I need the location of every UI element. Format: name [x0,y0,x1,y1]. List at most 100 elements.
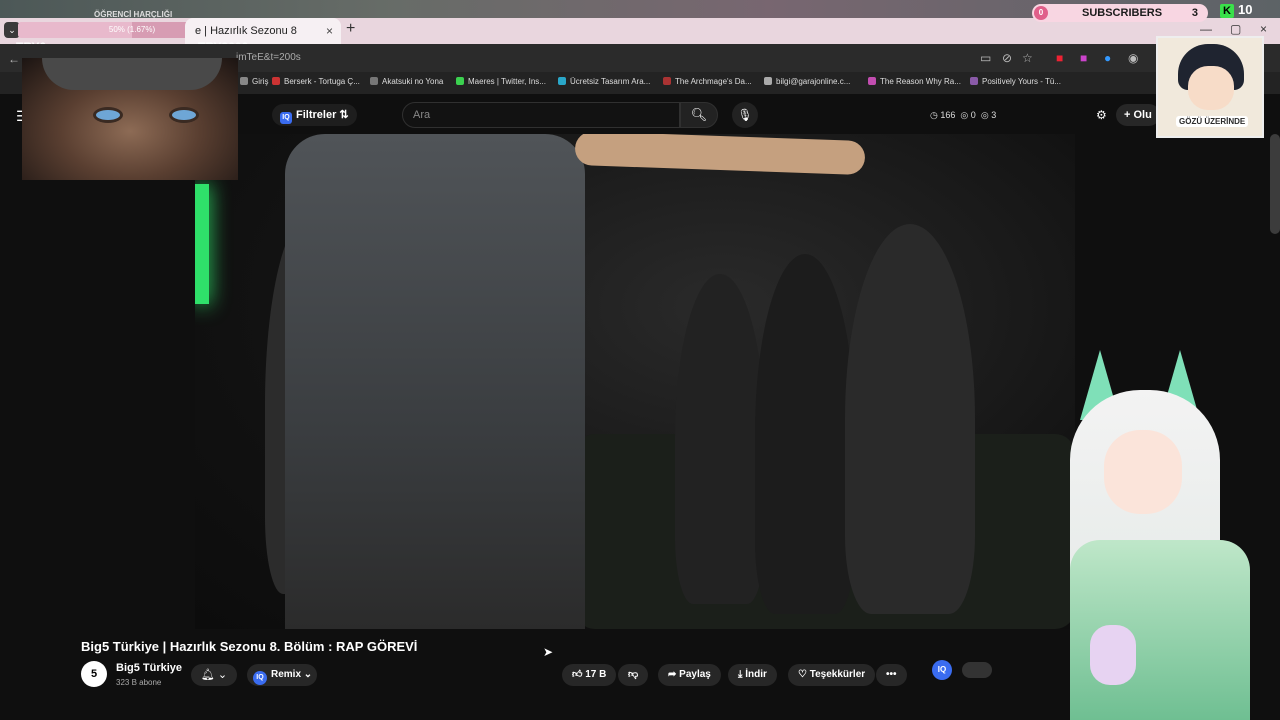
bookmark-label: The Archmage's Da... [675,77,752,86]
more-actions-button[interactable]: ••• [876,664,907,686]
stat-b: 0 [970,110,976,120]
stat-c: 3 [991,110,997,120]
donation-goal-text: 50% (1.67%) [108,25,156,34]
hide-icon[interactable]: ⊘ [1002,51,1012,65]
bookmark-item[interactable]: The Reason Why Ra... [868,77,961,86]
bookmark-item[interactable]: The Archmage's Da... [663,77,752,86]
clock-icon: ◷ [930,110,938,120]
extension-icon[interactable]: ■ [1080,51,1087,65]
like-count: 17 B [585,669,607,680]
dislike-button[interactable]: 👎︎ [618,664,649,686]
extension-icon[interactable]: ◉ [1128,51,1138,65]
streamer-avatar-card: GÖZÜ ÜZERİNDE [1156,36,1264,138]
bookmark-favicon-icon [240,77,248,85]
minimize-button[interactable]: — [1200,22,1212,36]
iq-icon: IQ [280,112,292,124]
bookmark-favicon-icon [663,77,671,85]
bookmark-label: Akatsuki no Yona [382,77,444,86]
new-tab-button[interactable]: + [346,20,355,38]
subscribers-badge: 0 [1034,6,1048,20]
search-input[interactable]: Ara [402,102,680,128]
url-field[interactable]: imTeE&t=200s [236,52,301,63]
kick-count: 10 [1238,2,1253,17]
video-title: Big5 Türkiye | Hazırlık Sezonu 8. Bölüm … [81,639,418,654]
webcam-overlay [22,58,238,180]
bookmark-label: bilgi@garajonline.c... [776,77,851,86]
kick-icon: K [1220,4,1234,18]
person-right [845,224,975,614]
beanie [42,58,222,90]
notification-bell-button[interactable]: 🔔︎ ⌄ [191,664,237,686]
download-button[interactable]: ⤓ İndir [728,664,777,686]
channel-name[interactable]: Big5 Türkiye [116,662,182,674]
settings-gear-icon[interactable]: ⚙ [1096,108,1107,122]
bookmark-favicon-icon [764,77,772,85]
chevron-down-icon: ⌄ [217,669,228,681]
bookmark-item[interactable]: Giriş [240,77,268,86]
person-middle-left [675,274,765,604]
avatar-caption: GÖZÜ ÜZERİNDE [1176,116,1249,127]
share-icon: ➦ [668,669,677,680]
bookmark-favicon-icon [370,77,378,85]
create-label: Olu [1133,109,1152,121]
share-label: Paylaş [679,669,711,680]
bookmark-item[interactable]: bilgi@garajonline.c... [764,77,850,86]
bookmark-label: The Reason Why Ra... [880,77,961,86]
iq-toggle[interactable] [962,662,992,678]
extension-icon[interactable]: ■ [1056,51,1063,65]
bookmark-item[interactable]: Positively Yours - Tü... [970,77,1061,86]
bookmark-label: Berserk - Tortuga Ç... [284,77,360,86]
bookmark-item[interactable]: Ücretsiz Tasarım Ara... [558,77,650,86]
remix-button[interactable]: IQ Remix ⌄ [247,664,317,686]
extension-icon[interactable]: ● [1104,51,1111,65]
mic-icon: 🎙︎ [737,108,753,122]
stat-a: 166 [940,110,956,120]
person-middle [755,254,855,614]
bookmark-star-icon[interactable]: ☆ [1022,51,1033,65]
bookmark-label: Ücretsiz Tasarım Ara... [570,77,651,86]
download-label: İndir [745,669,767,680]
voice-search-button[interactable]: 🎙︎ [732,102,758,128]
bookmark-item[interactable]: Maeres | Twitter, Ins... [456,77,546,86]
thanks-label: Teşekkürler [809,669,866,680]
back-arrow-icon[interactable]: ← [8,52,20,66]
chibi-mascot [1090,625,1136,685]
bookmark-label: Positively Yours - Tü... [982,77,1061,86]
search-icon: 🔍︎ [690,107,708,122]
eye-icon: ◎ [960,110,969,120]
tab-close-icon[interactable]: × [326,18,333,44]
close-window-button[interactable]: × [1260,22,1267,36]
bookmark-item[interactable]: Akatsuki no Yona [370,77,443,86]
vtuber-face [1104,430,1182,514]
bookmark-favicon-icon [456,77,464,85]
search-button[interactable]: 🔍︎ [680,102,718,128]
share-button[interactable]: ➦ Paylaş [658,664,721,686]
bookmark-item[interactable]: Berserk - Tortuga Ç... [272,77,360,86]
channel-avatar[interactable]: 5 [81,661,107,687]
bookmark-label: Maeres | Twitter, Ins... [468,77,546,86]
thanks-button[interactable]: ♡ Teşekkürler [788,664,876,686]
channel-subscribers: 323 B abone [116,678,162,687]
create-button[interactable]: + Olu [1116,104,1160,126]
iq-icon[interactable]: IQ [932,660,952,680]
eye [172,110,196,120]
bookmark-favicon-icon [868,77,876,85]
cast-icon[interactable]: ▭ [980,51,991,65]
video-player[interactable] [195,134,1075,629]
bookmark-favicon-icon [558,77,566,85]
video-frame [195,134,1075,629]
bookmark-favicon-icon [970,77,978,85]
filters-button[interactable]: IQ Filtreler ⇅ [272,104,357,126]
thumbs-down-icon: 👎︎ [628,669,639,680]
iq-icon: IQ [253,671,267,685]
remix-label: Remix [271,669,302,680]
kick-counter: K 10 [1220,2,1252,18]
maximize-button[interactable]: ▢ [1230,22,1241,36]
page-scrollbar[interactable] [1270,134,1280,234]
bookmark-label: Giriş [252,77,269,86]
tab-title: e | Hazırlık Sezonu 8 [195,25,297,37]
green-light [195,184,209,304]
like-button[interactable]: 👍︎ 17 B [562,664,617,686]
mouse-cursor-icon: ➤ [543,645,554,659]
vtuber-model [1000,350,1280,720]
